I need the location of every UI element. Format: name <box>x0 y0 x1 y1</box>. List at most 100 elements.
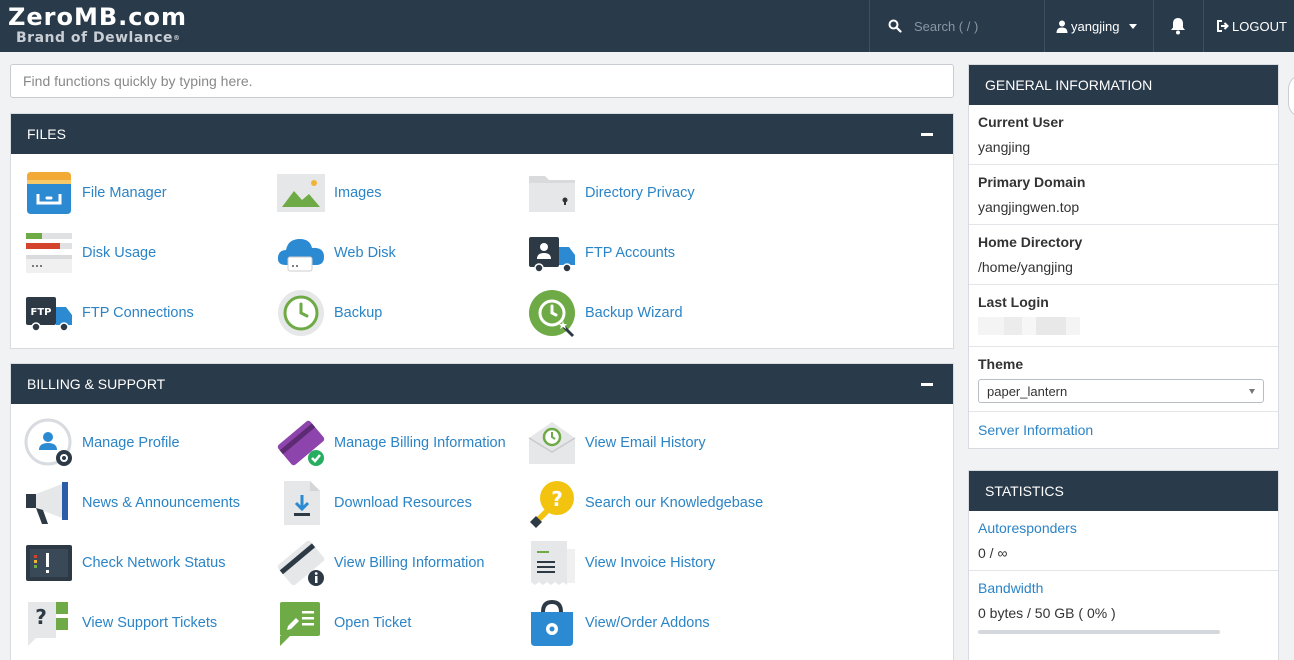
addons-icon <box>527 598 577 648</box>
billing-info-icon <box>276 538 326 588</box>
network-status-icon <box>24 538 74 588</box>
web-disk-icon <box>276 228 326 278</box>
ftp-accounts-link[interactable]: FTP Accounts <box>527 228 675 278</box>
quick-find-input[interactable] <box>10 64 954 98</box>
view-order-addons-link[interactable]: View/Order Addons <box>527 598 710 648</box>
svg-text:FTP: FTP <box>31 307 52 318</box>
panel-title: STATISTICS <box>985 483 1064 499</box>
item-label: Manage Billing Information <box>334 435 506 451</box>
file-manager-link[interactable]: File Manager <box>24 168 167 218</box>
panel-title: BILLING & SUPPORT <box>27 376 166 392</box>
billing-panel-header[interactable]: BILLING & SUPPORT <box>11 364 953 404</box>
view-support-tickets-link[interactable]: ? View Support Tickets <box>24 598 217 648</box>
backup-link[interactable]: Backup <box>276 288 382 338</box>
files-panel: FILES File Manager Images Directory Priv… <box>10 113 954 349</box>
logout-button[interactable]: LOGOUT <box>1216 0 1287 52</box>
item-label: News & Announcements <box>82 495 240 511</box>
ftp-connections-icon: FTP <box>24 288 74 338</box>
item-label: FTP Accounts <box>585 245 675 261</box>
images-link[interactable]: Images <box>276 168 382 218</box>
check-network-status-link[interactable]: Check Network Status <box>24 538 225 588</box>
item-label: Directory Privacy <box>585 185 695 201</box>
home-directory-row: Home Directory /home/yangjing <box>969 225 1278 285</box>
current-user-value: yangjing <box>978 139 1031 155</box>
item-label: Check Network Status <box>82 555 226 571</box>
bell-icon <box>1171 18 1185 35</box>
directory-privacy-link[interactable]: Directory Privacy <box>527 168 695 218</box>
view-email-history-link[interactable]: View Email History <box>527 418 706 468</box>
manage-billing-link[interactable]: Manage Billing Information <box>276 418 506 468</box>
logout-label: LOGOUT <box>1232 18 1287 34</box>
invoice-icon <box>527 538 577 588</box>
statistics-header: STATISTICS <box>969 471 1278 511</box>
download-resources-link[interactable]: Download Resources <box>276 478 472 528</box>
view-billing-info-link[interactable]: View Billing Information <box>276 538 484 588</box>
brand-name: ZeroMB.com <box>8 3 188 31</box>
server-info-row: Server Information <box>969 412 1278 448</box>
billing-support-panel: BILLING & SUPPORT Manage Profile Manage … <box>10 363 954 660</box>
dropdown-arrow-icon <box>1249 388 1255 394</box>
manage-profile-icon <box>24 418 74 468</box>
svg-text:?: ? <box>551 487 563 511</box>
autoresponders-link[interactable]: Autoresponders <box>978 520 1077 536</box>
search-placeholder: Search ( / ) <box>914 18 979 34</box>
bandwidth-progress-bar <box>978 630 1220 634</box>
server-information-link[interactable]: Server Information <box>978 422 1093 438</box>
primary-domain-row: Primary Domain yangjingwen.top <box>969 165 1278 225</box>
item-label: Open Ticket <box>334 615 412 631</box>
view-invoice-history-link[interactable]: View Invoice History <box>527 538 715 588</box>
top-search[interactable]: Search ( / ) <box>888 0 978 52</box>
divider <box>1153 0 1154 52</box>
item-label: Manage Profile <box>82 435 180 451</box>
item-label: View Billing Information <box>334 555 485 571</box>
current-user-label: Current User <box>978 114 1064 130</box>
side-scroll-button[interactable] <box>1288 74 1294 118</box>
general-info-header: GENERAL INFORMATION <box>969 65 1278 105</box>
brand-logo[interactable]: ZeroMB.com Brand of Dewlance® <box>8 4 187 46</box>
svg-text:?: ? <box>35 605 47 629</box>
item-label: View Support Tickets <box>82 615 218 631</box>
backup-wizard-link[interactable]: Backup Wizard <box>527 288 683 338</box>
backup-wizard-icon <box>527 288 577 338</box>
item-label: Web Disk <box>334 245 396 261</box>
megaphone-icon <box>24 478 74 528</box>
theme-row: Theme paper_lantern <box>969 347 1278 412</box>
backup-icon <box>276 288 326 338</box>
images-icon <box>276 168 326 218</box>
divider <box>869 0 870 52</box>
collapse-icon[interactable] <box>921 132 933 136</box>
chevron-down-icon <box>1129 23 1138 29</box>
theme-select[interactable]: paper_lantern <box>978 379 1264 403</box>
general-information-panel: GENERAL INFORMATION Current User yangjin… <box>968 64 1279 449</box>
last-login-label: Last Login <box>978 294 1049 310</box>
disk-usage-link[interactable]: Disk Usage <box>24 228 156 278</box>
search-icon <box>888 19 902 33</box>
home-directory-label: Home Directory <box>978 234 1083 250</box>
user-menu[interactable]: yangjing <box>1056 0 1138 52</box>
collapse-icon[interactable] <box>921 382 933 386</box>
theme-label: Theme <box>978 356 1024 372</box>
manage-profile-link[interactable]: Manage Profile <box>24 418 180 468</box>
item-label: Search our Knowledgebase <box>585 495 764 511</box>
brand-tagline-text: Brand of Dewlance <box>16 30 174 46</box>
divider <box>1044 0 1045 52</box>
logout-icon <box>1217 20 1229 32</box>
email-history-icon <box>527 418 577 468</box>
files-panel-header[interactable]: FILES <box>11 114 953 154</box>
item-label: Backup Wizard <box>585 305 683 321</box>
web-disk-link[interactable]: Web Disk <box>276 228 396 278</box>
notifications-button[interactable] <box>1170 17 1186 38</box>
bandwidth-row: Bandwidth 0 bytes / 50 GB ( 0% ) <box>969 571 1278 642</box>
search-knowledgebase-link[interactable]: ? Search our Knowledgebase <box>527 478 763 528</box>
item-label: Disk Usage <box>82 245 157 261</box>
last-login-value-blurred <box>978 317 1080 335</box>
home-directory-value: /home/yangjing <box>978 259 1073 275</box>
open-ticket-link[interactable]: Open Ticket <box>276 598 411 648</box>
ftp-accounts-icon <box>527 228 577 278</box>
bandwidth-link[interactable]: Bandwidth <box>978 580 1043 596</box>
item-label: View Invoice History <box>585 555 716 571</box>
current-user-row: Current User yangjing <box>969 105 1278 165</box>
statistics-panel: STATISTICS Autoresponders 0 / ∞ Bandwidt… <box>968 470 1279 660</box>
news-announcements-link[interactable]: News & Announcements <box>24 478 240 528</box>
ftp-connections-link[interactable]: FTP FTP Connections <box>24 288 194 338</box>
